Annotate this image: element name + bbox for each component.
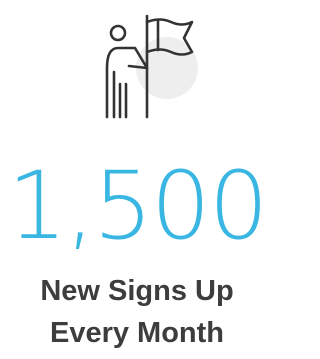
stat-caption: New Signs Up Every Month [0, 270, 274, 354]
stat-value: 1,500 [7, 152, 268, 261]
stat-caption-line-2: Every Month [49, 317, 225, 349]
person-with-flag-icon [87, 10, 203, 126]
stat-caption-line-1: New Signs Up [40, 275, 234, 307]
